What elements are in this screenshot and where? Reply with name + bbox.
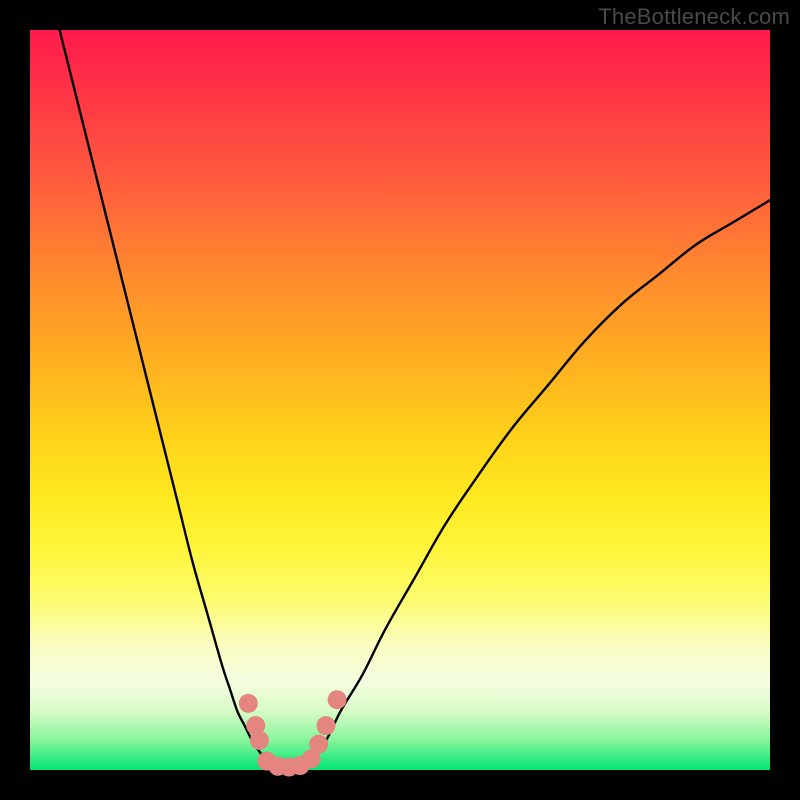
watermark-text: TheBottleneck.com <box>598 4 790 30</box>
curve-left-curve <box>60 30 275 770</box>
marker-point <box>317 716 336 735</box>
curve-right-curve <box>304 200 770 770</box>
plot-area <box>30 30 770 770</box>
marker-layer <box>239 690 347 776</box>
marker-point <box>309 735 328 754</box>
marker-point <box>239 694 258 713</box>
curves-svg <box>30 30 770 770</box>
marker-point <box>250 731 269 750</box>
curve-layer <box>60 30 770 770</box>
marker-point <box>328 690 347 709</box>
chart-frame: TheBottleneck.com <box>0 0 800 800</box>
